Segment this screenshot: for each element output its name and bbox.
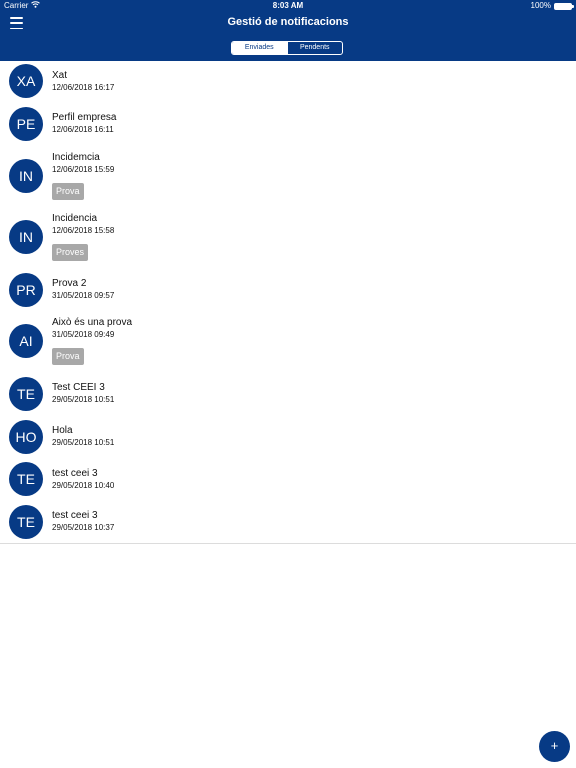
item-date: 31/05/2018 09:49 (52, 330, 115, 339)
list-item[interactable]: PR Prova 2 31/05/2018 09:57 (0, 273, 576, 313)
list-divider (0, 543, 576, 544)
item-name: test ceei 3 (52, 510, 98, 521)
item-date: 12/06/2018 15:58 (52, 226, 115, 235)
item-name: Prova 2 (52, 278, 87, 289)
battery-icon (554, 2, 574, 10)
list-item[interactable]: AI Això és una prova 31/05/2018 09:49 Pr… (0, 314, 576, 374)
item-date: 31/05/2018 09:57 (52, 291, 115, 300)
item-name: Test CEEI 3 (52, 382, 105, 393)
item-name: Incidemcia (52, 152, 100, 163)
tag-badge: Prova (52, 183, 84, 200)
item-date: 29/05/2018 10:51 (52, 438, 115, 447)
avatar: HO (9, 420, 43, 454)
app-header: Carrier 8:03 AM 100% Gestió de notificac… (0, 0, 576, 61)
list-item[interactable]: PE Perfil empresa 12/06/2018 16:11 (0, 106, 576, 146)
list-item[interactable]: TE test ceei 3 29/05/2018 10:40 (0, 462, 576, 502)
status-bar: Carrier 8:03 AM 100% (0, 0, 576, 12)
list-item[interactable]: XA Xat 12/06/2018 16:17 (0, 61, 576, 101)
page-title: Gestió de notificacions (227, 16, 349, 28)
item-date: 12/06/2018 16:17 (52, 83, 115, 92)
status-time: 8:03 AM (272, 1, 304, 10)
item-name: Perfil empresa (52, 112, 117, 123)
avatar: PR (9, 273, 43, 307)
plus-icon: + (550, 738, 559, 753)
tab-enviades[interactable]: Enviades (232, 42, 287, 54)
avatar: TE (9, 377, 43, 411)
tab-pendents[interactable]: Pendents (286, 42, 343, 54)
avatar: IN (9, 159, 43, 193)
item-name: Incidencia (52, 213, 98, 224)
item-name: test ceei 3 (52, 468, 98, 479)
avatar: TE (9, 462, 43, 496)
list-item[interactable]: TE Test CEEI 3 29/05/2018 10:51 (0, 377, 576, 417)
list-item[interactable]: TE test ceei 3 29/05/2018 10:37 (0, 504, 576, 544)
tag-badge: Prova (52, 348, 84, 365)
list-item[interactable]: IN Incidencia 12/06/2018 15:58 Proves (0, 209, 576, 269)
item-name: Això és una prova (52, 317, 133, 328)
status-right: 100% (530, 0, 574, 12)
item-date: 29/05/2018 10:40 (52, 481, 115, 490)
item-name: Xat (52, 70, 68, 81)
avatar: AI (9, 324, 43, 358)
item-name: Hola (52, 425, 73, 436)
item-date: 12/06/2018 16:11 (52, 125, 114, 134)
item-date: 29/05/2018 10:37 (52, 523, 115, 532)
item-date: 12/06/2018 15:59 (52, 165, 115, 174)
list-item[interactable]: HO Hola 29/05/2018 10:51 (0, 420, 576, 460)
list-item[interactable]: IN Incidemcia 12/06/2018 15:59 Prova (0, 148, 576, 208)
tag-badge: Proves (52, 244, 89, 261)
avatar: IN (9, 220, 43, 254)
avatar: XA (9, 64, 43, 98)
segmented-control: Enviades Pendents (231, 41, 343, 55)
avatar: TE (9, 505, 43, 539)
add-button[interactable]: + (539, 731, 570, 762)
item-date: 29/05/2018 10:51 (52, 395, 115, 404)
avatar: PE (9, 107, 43, 141)
battery-percent: 100% (530, 1, 551, 10)
